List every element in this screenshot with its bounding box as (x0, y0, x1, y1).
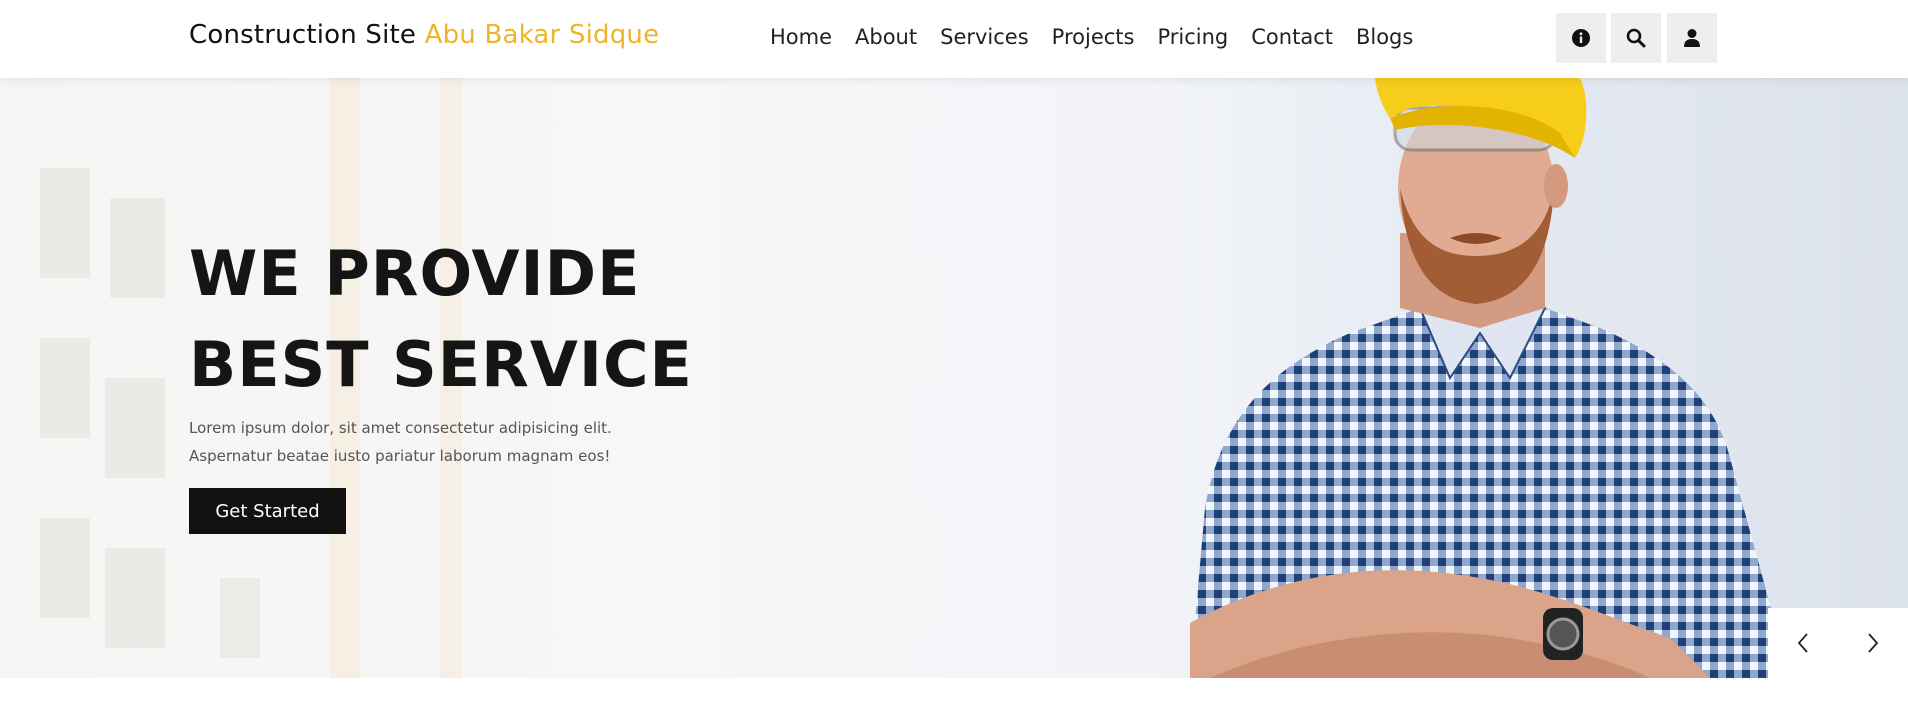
main-nav: Home About Services Projects Pricing Con… (770, 25, 1436, 49)
hero-heading-line-1: WE PROVIDE (189, 237, 641, 310)
hero-heading: WE PROVIDE BEST SERVICE (189, 228, 693, 410)
slider-next-button[interactable] (1838, 608, 1908, 678)
background-window (105, 378, 165, 478)
slider-controls (1768, 608, 1908, 678)
background-window (220, 578, 260, 658)
nav-pricing[interactable]: Pricing (1157, 25, 1228, 49)
user-icon (1684, 29, 1700, 47)
search-icon (1626, 28, 1646, 48)
nav-blogs[interactable]: Blogs (1356, 25, 1413, 49)
site-logo[interactable]: Construction Site Abu Bakar Sidque (189, 20, 659, 50)
site-header: Construction Site Abu Bakar Sidque Home … (0, 0, 1908, 78)
hero-section: WE PROVIDE BEST SERVICE Lorem ipsum dolo… (0, 78, 1908, 678)
get-started-button[interactable]: Get Started (189, 488, 346, 534)
slider-prev-button[interactable] (1768, 608, 1838, 678)
background-window (110, 198, 165, 298)
background-window (40, 168, 90, 278)
nav-projects[interactable]: Projects (1052, 25, 1135, 49)
nav-home[interactable]: Home (770, 25, 832, 49)
nav-services[interactable]: Services (940, 25, 1029, 49)
background-window (40, 338, 90, 438)
background-window (105, 548, 165, 648)
construction-worker-image (1190, 78, 1790, 678)
user-button[interactable] (1667, 13, 1717, 63)
brand-name: Abu Bakar Sidque (424, 20, 660, 50)
chevron-left-icon (1797, 633, 1808, 653)
nav-contact[interactable]: Contact (1251, 25, 1333, 49)
chevron-right-icon (1868, 633, 1879, 653)
hero-heading-line-2: BEST SERVICE (189, 328, 693, 401)
site-name: Construction Site (189, 20, 417, 50)
search-button[interactable] (1611, 13, 1661, 63)
hero-description: Lorem ipsum dolor, sit amet consectetur … (189, 419, 612, 465)
info-button[interactable] (1556, 13, 1606, 63)
nav-about[interactable]: About (855, 25, 917, 49)
info-icon (1572, 29, 1590, 47)
background-window (40, 518, 90, 618)
